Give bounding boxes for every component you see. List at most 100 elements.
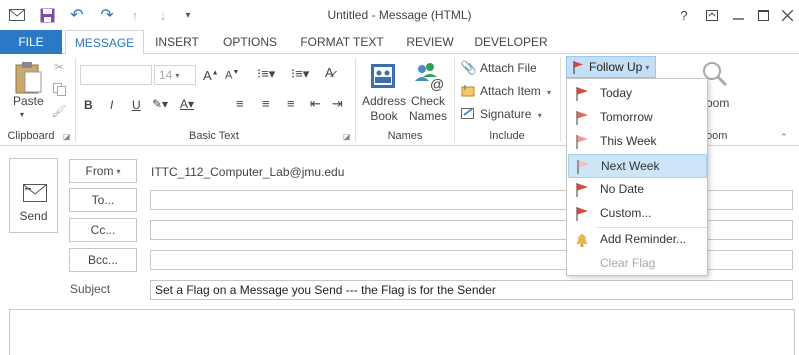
underline-button[interactable]: U [132, 98, 141, 112]
close-icon[interactable] [775, 5, 799, 25]
flag-icon [576, 111, 588, 125]
grow-font-icon[interactable]: A▲ [203, 68, 219, 83]
align-center-icon[interactable]: ≡ [262, 96, 270, 111]
copy-icon[interactable] [52, 82, 66, 96]
menu-item-label: Tomorrow [600, 110, 653, 124]
chevron-down-icon: ▾ [175, 70, 180, 80]
font-name-combo[interactable] [80, 65, 152, 85]
address-book-label-1: Address [362, 94, 407, 108]
flag-icon [576, 135, 588, 149]
tab-review[interactable]: REVIEW [400, 30, 460, 54]
signature-icon [461, 106, 475, 120]
ribbon-display-options-icon[interactable] [700, 5, 724, 25]
svg-text:@: @ [430, 76, 444, 91]
subject-field[interactable]: Set a Flag on a Message you Send --- the… [150, 280, 793, 300]
bcc-button[interactable]: Bcc... [69, 248, 137, 272]
from-address: ITTC_112_Computer_Lab@jmu.edu [151, 165, 345, 179]
tab-file[interactable]: FILE [0, 30, 62, 54]
flag-icon [576, 87, 588, 101]
help-button[interactable]: ? [672, 5, 696, 25]
from-button[interactable]: From ▾ [69, 159, 137, 183]
tab-insert[interactable]: INSERT [147, 30, 207, 54]
flag-fill [577, 207, 588, 215]
menu-item-clear-flag[interactable]: Clear Flag [568, 252, 707, 276]
menu-item-label: No Date [600, 182, 645, 196]
title-bar: ↶ ↷ ↑ ↓ ▾ Untitled - Message (HTML) ? [0, 0, 799, 30]
clear-formatting-icon[interactable]: A̷ [325, 65, 334, 80]
cut-icon[interactable]: ✂ [52, 60, 66, 74]
tab-message[interactable]: MESSAGE [65, 30, 144, 55]
increase-indent-icon[interactable]: ⇥ [332, 96, 343, 112]
align-right-icon[interactable]: ≡ [287, 96, 295, 111]
italic-button[interactable]: I [110, 98, 113, 112]
menu-item-label: Add Reminder... [600, 232, 687, 246]
clipboard-launcher-icon[interactable]: ◪ [63, 132, 71, 141]
menu-item-custom[interactable]: Custom... [568, 202, 707, 226]
paste-icon[interactable] [12, 60, 44, 94]
group-separator [355, 58, 356, 142]
attach-item-label: Attach Item [480, 84, 541, 98]
flag-icon [576, 183, 588, 197]
address-book-icon[interactable] [367, 60, 399, 92]
minimize-icon[interactable] [726, 5, 750, 25]
menu-item-tomorrow[interactable]: Tomorrow [568, 106, 707, 130]
menu-item-add-reminder[interactable]: Add Reminder... [568, 228, 707, 252]
message-body[interactable] [9, 309, 795, 355]
chevron-down-icon: ▾ [547, 88, 552, 97]
group-separator [560, 58, 561, 142]
tab-format-text[interactable]: FORMAT TEXT [296, 30, 388, 54]
paste-dropdown-icon[interactable]: ▾ [20, 110, 24, 119]
basic-text-group-label: Basic Text [189, 130, 239, 142]
basic-text-launcher-icon[interactable]: ◪ [343, 132, 351, 141]
follow-up-label: Follow Up [589, 60, 643, 74]
cc-button[interactable]: Cc... [69, 218, 137, 242]
send-button[interactable]: Send [9, 158, 58, 233]
from-label: From [85, 164, 114, 178]
bullets-icon[interactable]: ⁝≡▾ [257, 66, 275, 82]
menu-item-no-date[interactable]: No Date [568, 178, 707, 202]
tab-options[interactable]: OPTIONS [215, 30, 285, 54]
menu-item-this-week[interactable]: This Week [568, 130, 707, 154]
signature-label: Signature [480, 107, 532, 121]
signature-button[interactable]: Signature ▾ [480, 107, 542, 121]
highlight-icon[interactable]: ✎▾ [152, 97, 168, 111]
attach-file-button[interactable]: Attach File [480, 61, 537, 75]
paperclip-icon: 📎 [460, 60, 478, 75]
maximize-icon[interactable] [751, 5, 775, 25]
font-size-value: 14 [159, 68, 173, 82]
to-button[interactable]: To... [69, 188, 137, 212]
check-names-button[interactable]: Check Names [406, 94, 450, 124]
address-book-label-2: Book [370, 109, 398, 123]
menu-item-today[interactable]: Today [568, 82, 707, 106]
menu-item-label: Next Week [601, 159, 660, 173]
shrink-font-icon[interactable]: A▼ [225, 69, 239, 82]
follow-up-button[interactable]: Follow Up ▾ [566, 56, 656, 78]
send-label: Send [19, 209, 48, 223]
bold-button[interactable]: B [84, 98, 93, 112]
attach-item-button[interactable]: Attach Item ▾ [480, 84, 551, 98]
menu-item-label: Today [600, 86, 633, 100]
chevron-down-icon: ▾ [116, 166, 121, 176]
paste-button[interactable]: Paste [13, 94, 44, 108]
decrease-indent-icon[interactable]: ⇤ [310, 96, 321, 112]
flag-fill [577, 135, 588, 143]
attach-item-icon [461, 84, 475, 98]
font-color-icon[interactable]: A▾ [180, 97, 194, 111]
follow-up-menu: Today Tomorrow This Week Next Week No Da… [566, 78, 708, 276]
check-names-label-1: Check [410, 94, 445, 108]
format-painter-icon[interactable]: 🖌 [51, 104, 66, 118]
flag-icon [577, 160, 589, 174]
menu-item-next-week[interactable]: Next Week [568, 154, 707, 178]
check-names-icon[interactable]: @ [411, 60, 445, 92]
numbering-icon[interactable]: ⁝≡▾ [291, 66, 309, 82]
flag-fill [577, 87, 588, 95]
font-size-combo[interactable]: 14 ▾ [154, 65, 196, 85]
send-envelope-icon [22, 183, 48, 203]
tab-developer[interactable]: DEVELOPER [470, 30, 552, 54]
address-book-button[interactable]: Address Book [362, 94, 406, 124]
collapse-ribbon-icon[interactable]: ⌃ [780, 132, 788, 143]
bell-icon [576, 234, 588, 247]
align-left-icon[interactable]: ≡ [236, 96, 244, 111]
include-group-label: Include [489, 130, 525, 142]
zoom-button[interactable]: oom [706, 96, 729, 110]
